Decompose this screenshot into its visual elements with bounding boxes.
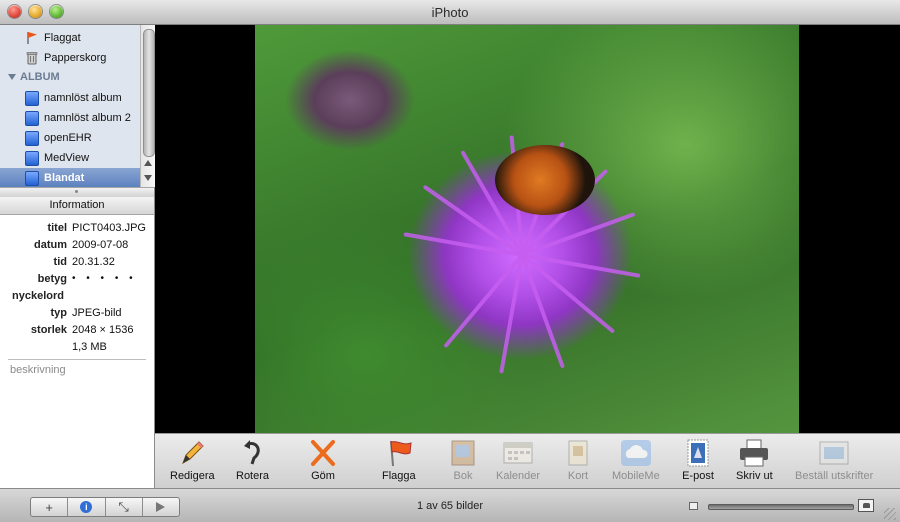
- stamp-icon: [682, 438, 714, 468]
- info-row-size: storlek 2048 × 1536: [30, 324, 134, 336]
- photo-viewer[interactable]: [155, 25, 900, 433]
- sidebar: Flaggat Papperskorg ALBUM namnlöst album…: [0, 25, 155, 488]
- sidebar-item-album[interactable]: openEHR: [0, 128, 140, 148]
- bottom-bar: + i ⤡ 1 av 65 bilder: [0, 488, 900, 522]
- hide-button[interactable]: Göm: [307, 438, 339, 482]
- rotate-button[interactable]: Rotera: [236, 438, 269, 482]
- iphoto-window: iPhoto Flaggat Papperskorg ALBUM namnlös…: [0, 0, 900, 522]
- source-list-scrollbar[interactable]: [140, 25, 155, 187]
- description-field[interactable]: beskrivning: [10, 364, 66, 376]
- sidebar-item-label: openEHR: [44, 132, 92, 144]
- source-list: Flaggat Papperskorg ALBUM namnlöst album…: [0, 25, 140, 187]
- book-button[interactable]: Bok: [447, 438, 479, 482]
- rating-dots[interactable]: • • • • •: [72, 273, 137, 284]
- scroll-down-arrow-icon[interactable]: [144, 175, 152, 181]
- zoom-large-icon: [858, 499, 874, 512]
- order-prints-icon: [818, 438, 850, 468]
- album-section-header[interactable]: ALBUM: [8, 71, 60, 83]
- bee-subject: [495, 145, 595, 215]
- card-icon: [562, 438, 594, 468]
- trash-icon: [25, 51, 39, 65]
- email-button[interactable]: E-post: [682, 438, 714, 482]
- zoom-slider[interactable]: [708, 504, 854, 510]
- info-row-filesize: 1,3 MB: [72, 341, 107, 353]
- title-bar: iPhoto: [0, 0, 900, 25]
- printer-icon: [738, 438, 770, 468]
- scroll-thumb[interactable]: [143, 29, 155, 157]
- info-row-date: datum 2009-07-08: [34, 239, 129, 251]
- book-icon: [447, 438, 479, 468]
- mobileme-button[interactable]: MobileMe: [612, 438, 660, 482]
- info-row-keywords: nyckelord: [12, 290, 64, 302]
- flag-icon: [383, 438, 415, 468]
- sidebar-item-flaggat[interactable]: Flaggat: [0, 28, 140, 48]
- rotate-icon: [237, 438, 269, 468]
- divider: [8, 359, 146, 360]
- edit-button[interactable]: Redigera: [170, 438, 215, 482]
- sidebar-item-album[interactable]: namnlöst album: [0, 88, 140, 108]
- disclosure-triangle-icon[interactable]: [8, 74, 16, 80]
- photo-image[interactable]: [255, 25, 799, 433]
- sidebar-item-label: namnlöst album 2: [44, 112, 131, 124]
- card-button[interactable]: Kort: [562, 438, 594, 482]
- album-icon: [25, 150, 39, 166]
- info-row-type: typ JPEG-bild: [50, 307, 122, 319]
- album-icon: [25, 110, 39, 126]
- sidebar-item-label: namnlöst album: [44, 92, 122, 104]
- print-button[interactable]: Skriv ut: [736, 438, 773, 482]
- window-title: iPhoto: [431, 5, 469, 20]
- calendar-icon: [502, 438, 534, 468]
- edit-toolbar: Redigera Rotera Göm Flagga Bok Kalender …: [155, 433, 900, 489]
- sidebar-item-label: MedView: [44, 152, 90, 164]
- sidebar-item-album[interactable]: MedView: [0, 148, 140, 168]
- resize-grip-icon[interactable]: [884, 508, 896, 520]
- sidebar-item-label: Blandat: [44, 172, 85, 184]
- scroll-up-arrow-icon[interactable]: [144, 160, 152, 166]
- sidebar-item-label: Papperskorg: [44, 52, 107, 64]
- flag-icon: [25, 31, 39, 45]
- calendar-button[interactable]: Kalender: [496, 438, 540, 482]
- hide-x-icon: [307, 438, 339, 468]
- album-icon: [25, 130, 39, 146]
- info-row-time: tid 20.31.32: [53, 256, 115, 268]
- pencil-icon: [176, 438, 208, 468]
- sidebar-item-label: Flaggat: [44, 32, 81, 44]
- sidebar-item-papperskorg[interactable]: Papperskorg: [0, 48, 140, 68]
- info-row-title: titel PICT0403.JPG: [47, 222, 146, 234]
- album-icon: [25, 170, 39, 186]
- zoom-small-icon: [689, 502, 698, 510]
- order-prints-button[interactable]: Beställ utskrifter: [795, 438, 873, 482]
- cloud-icon: [620, 438, 652, 468]
- info-panel-header[interactable]: Information: [0, 197, 154, 215]
- album-icon: [25, 90, 39, 106]
- sidebar-item-album-selected[interactable]: Blandat: [0, 168, 140, 187]
- info-row-rating: betyg • • • • •: [37, 273, 137, 285]
- flag-button[interactable]: Flagga: [382, 438, 416, 482]
- sidebar-item-album[interactable]: namnlöst album 2: [0, 108, 140, 128]
